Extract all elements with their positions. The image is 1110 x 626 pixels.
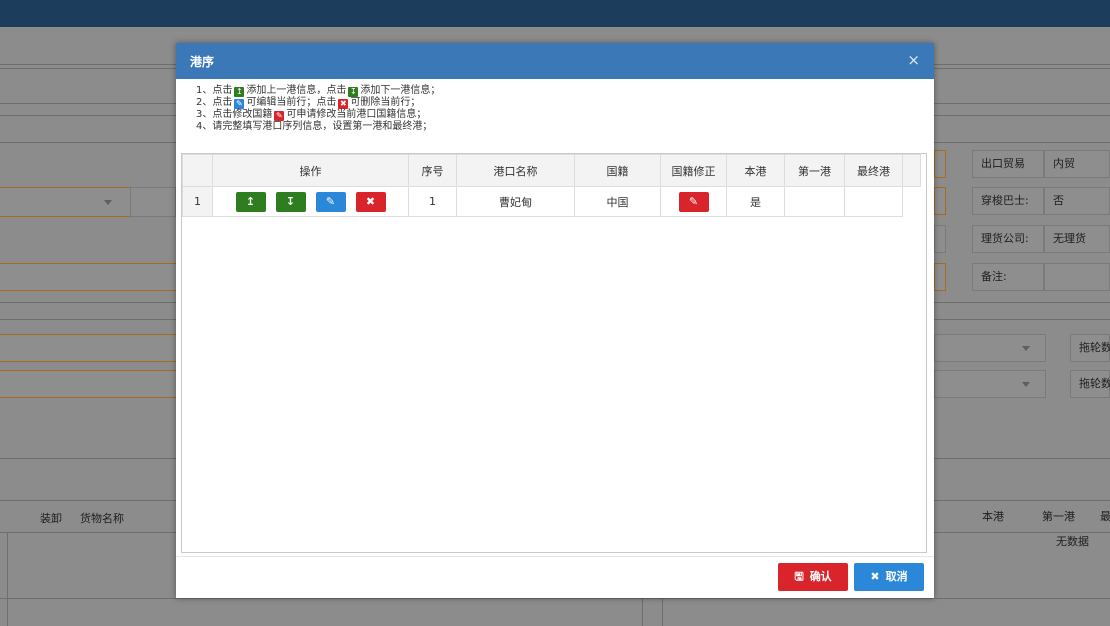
nationality-fix-cell: ✎ [660,186,727,217]
table-header-row: 操作 序号 港口名称 国籍 国籍修正 本港 第一港 最终港 [182,154,921,187]
bg-table-header: 货物名称 [80,512,124,525]
cancel-button[interactable]: ✖ 取消 [854,563,924,591]
column-header-first-port: 第一港 [784,154,845,187]
last-port-cell[interactable] [844,186,903,217]
bg-table-header: 装卸 [40,512,62,525]
bg-empty-text: 无数据 [1056,535,1089,548]
column-header-nationality-fix: 国籍修正 [660,154,727,187]
add-next-icon: ↧ [348,87,359,97]
bg-table-header: 本港 [982,510,1004,523]
bg-select-field[interactable] [934,225,946,253]
bg-tug-button[interactable]: 拖轮数 [1070,334,1110,362]
bg-table-header: 第一港 [1042,510,1075,523]
bg-select-field[interactable] [0,187,134,217]
instruction-line: 1、点击 ↥ 添加上一港信息，点击 ↧ 添加下一港信息； [196,85,441,97]
divider [642,598,643,626]
local-port-cell: 是 [726,186,785,217]
instruction-line: 2、点击 ✎ 可编辑当前行；点击 ✖ 可删除当前行； [196,97,421,109]
edit-row-button[interactable]: ✎ [315,191,346,212]
bg-select-field[interactable] [934,150,946,178]
table-row[interactable]: 1 ↥ ↧ ✎ ✖ 1 曹妃甸 中国 ✎ 是 [182,186,921,217]
edit-nationality-icon: ✎ [274,111,285,121]
add-previous-icon: ↥ [234,87,245,97]
confirm-button[interactable]: 🖫 确认 [778,563,848,591]
bg-field-label: 出口贸易 [972,150,1044,178]
bg-field-value: 内贸 [1044,150,1110,178]
seq-cell: 1 [408,186,457,217]
bg-input-field[interactable] [0,370,178,398]
chevron-down-icon [104,200,112,205]
column-header-spacer [902,154,921,187]
bg-select-field[interactable] [934,187,946,215]
port-table: 操作 序号 港口名称 国籍 国籍修正 本港 第一港 最终港 1 ↥ ↧ ✎ ✖ [182,154,921,217]
delete-row-button[interactable]: ✖ [355,191,386,212]
bg-field-label: 备注: [972,263,1044,291]
bg-field-label: 理货公司: [972,225,1044,253]
add-previous-port-button[interactable]: ↥ [235,191,266,212]
port-sequence-grid: 操作 序号 港口名称 国籍 国籍修正 本港 第一港 最终港 1 ↥ ↧ ✎ ✖ [181,153,927,553]
instruction-line: 4、请完整填写港口序列信息，设置第一港和最终港； [196,121,433,132]
column-header-port-name: 港口名称 [456,154,575,187]
bg-tug-button[interactable]: 拖轮数 [1070,370,1110,398]
dialog-title: 港序 [190,55,215,69]
chevron-down-icon [1022,382,1030,387]
column-header-seq: 序号 [408,154,457,187]
column-header-nationality: 国籍 [574,154,661,187]
save-icon: 🖫 [794,570,804,583]
delete-icon: ✖ [338,99,349,109]
bg-table-header: 最 [1100,510,1110,523]
bg-input-field[interactable] [934,263,946,291]
column-header-actions: 操作 [212,154,409,187]
column-header-local-port: 本港 [726,154,785,187]
divider [0,598,1110,599]
add-next-port-button[interactable]: ↧ [275,191,306,212]
edit-nationality-button[interactable]: ✎ [678,191,709,212]
bg-input-field[interactable] [0,334,178,362]
footer-divider [176,556,934,557]
nationality-cell: 中国 [574,186,661,217]
divider [662,598,663,626]
divider [7,532,8,626]
column-header-last-port: 最终港 [844,154,903,187]
spacer-cell [902,186,921,217]
port-name-cell: 曹妃甸 [456,186,575,217]
edit-icon: ✎ [234,99,245,109]
instruction-line: 3、点击修改国籍 ✎ 可申请修改当前港口国籍信息； [196,109,427,121]
app-top-bar [0,0,1110,27]
bg-field-label: 穿梭巴士: [972,187,1044,215]
close-icon: ✖ [870,570,880,583]
first-port-cell[interactable] [784,186,845,217]
port-sequence-dialog: 港序 × 1、点击 ↥ 添加上一港信息，点击 ↧ 添加下一港信息； 2、点击 ✎ 可编辑当前… [176,43,934,598]
actions-cell: ↥ ↧ ✎ ✖ [212,186,409,217]
bg-input-field[interactable] [0,263,178,291]
bg-field-value: 无理货 [1044,225,1110,253]
bg-field-value: 否 [1044,187,1110,215]
close-icon[interactable]: × [907,51,920,69]
instructions: 1、点击 ↥ 添加上一港信息，点击 ↧ 添加下一港信息； 2、点击 ✎ 可编辑当前行；点击 ✖… [196,85,440,132]
bg-field-value [1044,263,1110,291]
chevron-down-icon [1022,346,1030,351]
dialog-header: 港序 × [176,43,934,79]
bg-input-field[interactable] [130,187,176,217]
rownum-header [182,154,213,187]
row-number: 1 [182,186,213,217]
